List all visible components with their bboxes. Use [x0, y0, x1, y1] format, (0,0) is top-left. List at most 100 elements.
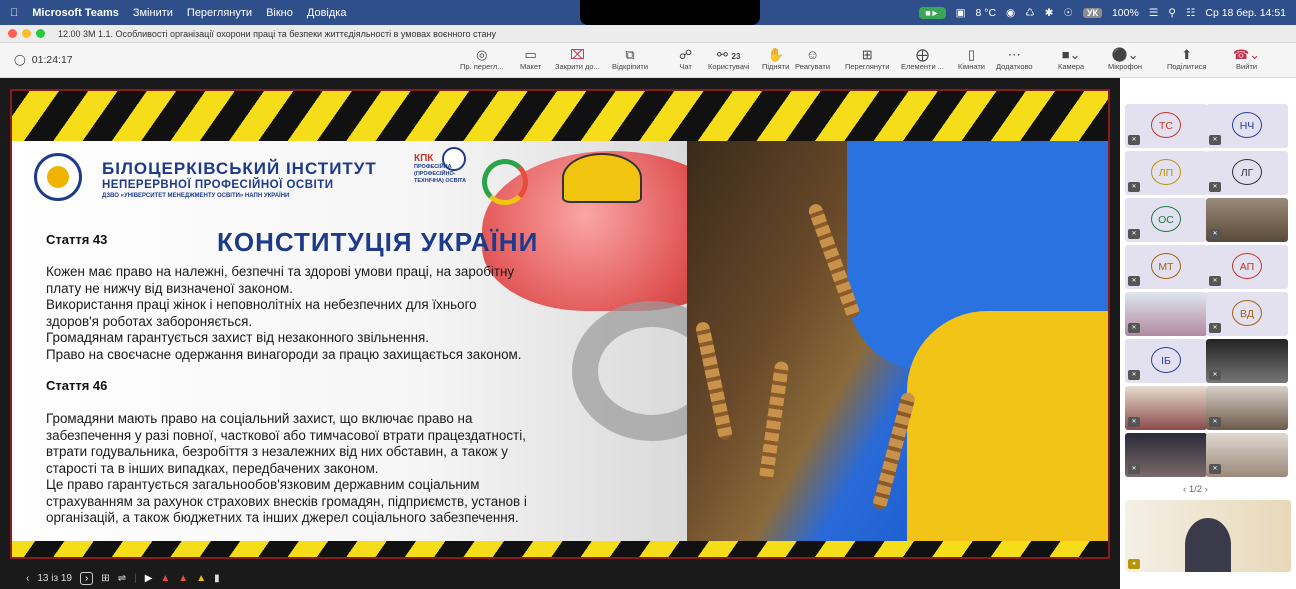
menu-edit[interactable]: Змінити — [133, 7, 173, 19]
participant-video-tile[interactable]: ✕ — [1206, 386, 1288, 430]
avatar: ЛГ — [1232, 159, 1262, 185]
zoom-window-button[interactable] — [36, 29, 45, 38]
participant-video-tile[interactable]: ✕ — [1125, 386, 1207, 430]
leave-button[interactable]: ☎⌄ Вийти — [1233, 47, 1260, 71]
participant-video-tile[interactable]: ✕ — [1206, 198, 1288, 242]
input-language[interactable]: УК — [1082, 7, 1102, 18]
apps-button[interactable]: ⨁ Елементи ... — [901, 47, 944, 71]
layout-button[interactable]: ▭ Макет — [520, 47, 541, 71]
stop-sharing-button[interactable]: ⌧ Закрити до... — [555, 47, 600, 71]
apple-icon[interactable]:  — [10, 7, 18, 19]
settings-icon[interactable]: ⇌ — [118, 573, 126, 584]
share-button[interactable]: ⬆ Поділитися — [1167, 47, 1206, 71]
clock[interactable]: Ср 18 бер. 14:51 — [1205, 7, 1286, 19]
screen-icon[interactable]: ▣ — [956, 7, 966, 19]
mic-muted-icon: ✕ — [1128, 464, 1140, 474]
mic-muted-icon: ✕ — [1128, 182, 1140, 192]
view-button[interactable]: ⊞ Переглянути — [845, 47, 889, 71]
mic-muted-icon: ✕ — [1209, 135, 1221, 145]
eraser-icon[interactable]: ▮ — [214, 573, 220, 584]
bluetooth-icon[interactable]: ✱ — [1045, 7, 1054, 19]
avatar: ОС — [1151, 206, 1181, 232]
self-view-tile[interactable]: ● — [1125, 500, 1291, 572]
minimize-window-button[interactable] — [22, 29, 31, 38]
people-count: 23 — [731, 52, 741, 61]
battery-status[interactable]: 100% — [1112, 7, 1139, 19]
vpn-icon[interactable]: ◉ — [1006, 7, 1015, 19]
close-share-icon: ⌧ — [569, 47, 585, 62]
mic-button[interactable]: ⚫⌄ Мікрофон — [1108, 47, 1142, 71]
record-icon[interactable]: ☉ — [1063, 7, 1072, 19]
camera-notch — [580, 0, 760, 25]
highlighter-icon[interactable]: ▲ — [196, 573, 206, 584]
participant-tile[interactable]: АП ✕ — [1206, 245, 1288, 289]
pen-red-icon[interactable]: ▲ — [160, 573, 170, 584]
window-title: 12.00 3М 1.1. Особливості організації ох… — [58, 28, 496, 39]
mic-muted-icon: ✕ — [1128, 229, 1140, 239]
participant-tile[interactable]: НЧ ✕ — [1206, 104, 1288, 148]
wifi-icon[interactable]: ☰ — [1149, 7, 1158, 19]
menu-view[interactable]: Переглянути — [187, 7, 252, 19]
wheat-ear — [694, 320, 734, 442]
mic-muted-icon: ✕ — [1128, 370, 1140, 380]
mic-muted-icon: ✕ — [1209, 276, 1221, 286]
participant-tile[interactable]: ІБ ✕ — [1125, 339, 1207, 383]
meeting-toolbar: ◯ 01:24:17 ◎ Пр. перегл... ▭ Макет ⌧ Закрит… — [0, 43, 1296, 78]
popout-button[interactable]: ⧉ Відкріпити — [612, 47, 648, 71]
people-icon: ⚯ 23 — [716, 47, 741, 62]
camera-status-icon[interactable]: ■► — [919, 6, 946, 19]
participant-tile[interactable]: ОС ✕ — [1125, 198, 1207, 242]
raise-hand-button[interactable]: ✋ Підняти — [762, 47, 789, 71]
sync-icon[interactable]: ♺ — [1025, 7, 1034, 19]
popout-icon: ⧉ — [625, 47, 635, 62]
kpk-logo-ring — [482, 159, 528, 205]
avatar: АП — [1232, 253, 1262, 279]
weather-status[interactable]: 8 °C — [976, 7, 997, 19]
pointer-icon[interactable]: ▶ — [145, 573, 153, 584]
mic-muted-icon: ✕ — [1128, 417, 1140, 427]
menu-window[interactable]: Вікно — [266, 7, 293, 19]
participant-tile[interactable]: ТС ✕ — [1125, 104, 1207, 148]
participant-video-tile[interactable]: ✕ — [1125, 433, 1207, 477]
gallery-pager[interactable]: ‹ 1/2 › — [1183, 484, 1208, 495]
close-window-button[interactable] — [8, 29, 17, 38]
timer-text: 01:24:17 — [31, 54, 73, 66]
participant-video-tile[interactable]: ✕ — [1206, 433, 1288, 477]
app-menu[interactable]: Microsoft Teams — [32, 7, 119, 19]
raise-hand-icon: ✋ — [767, 47, 784, 62]
institute-logo — [34, 153, 82, 201]
teams-window:  Microsoft Teams Змінити Переглянути Ві… — [0, 0, 1296, 589]
participant-tile[interactable]: ЛП ✕ — [1125, 151, 1207, 195]
rooms-button[interactable]: ▯ Кімнати — [958, 47, 985, 71]
participant-tile[interactable]: ЛГ ✕ — [1206, 151, 1288, 195]
control-center-icon[interactable]: ☷ — [1186, 7, 1195, 19]
people-button[interactable]: ⚯ 23 Користувачі — [708, 47, 749, 71]
wheat-ear — [758, 360, 790, 482]
wheat-flag-photo — [687, 141, 1108, 541]
avatar: ЛП — [1151, 159, 1181, 185]
avatar: МТ — [1151, 253, 1181, 279]
menu-help[interactable]: Довідка — [307, 7, 347, 19]
marker-icon[interactable]: ▲ — [178, 573, 188, 584]
next-slide-icon[interactable]: › — [79, 571, 94, 585]
participants-gallery: ТС ✕ НЧ ✕ ЛП ✕ ЛГ ✕ ОС ✕ ✕ МТ ✕ АП ✕ ✕ ВД ✕ ІБ ✕ … — [1120, 78, 1296, 589]
participant-video-tile[interactable]: ✕ — [1125, 292, 1207, 336]
mic-muted-icon: ✕ — [1209, 229, 1221, 239]
spotlight-icon[interactable]: ⚲ — [1168, 7, 1176, 19]
camera-button[interactable]: ■⌄ Камера — [1058, 47, 1084, 71]
avatar: ІБ — [1151, 347, 1181, 373]
grid-view-icon[interactable]: ⊞ — [101, 573, 109, 584]
eye-icon: ◎ — [476, 47, 488, 62]
more-button[interactable]: ⋯ Додатково — [996, 47, 1033, 71]
presentation-slide: БІЛОЦЕРКІВСЬКИЙ ІНСТИТУТ НЕПЕРЕРВНОЇ ПРО… — [10, 89, 1110, 559]
more-icon: ⋯ — [1007, 47, 1021, 62]
preview-button[interactable]: ◎ Пр. перегл... — [460, 47, 504, 71]
participant-video-tile[interactable]: ✕ — [1206, 339, 1288, 383]
prev-slide-icon[interactable]: ‹ — [26, 573, 29, 584]
share-icon: ⬆ — [1181, 47, 1193, 62]
participant-tile[interactable]: ВД ✕ — [1206, 292, 1288, 336]
react-button[interactable]: ☺ Реагувати — [795, 47, 830, 71]
participant-tile[interactable]: МТ ✕ — [1125, 245, 1207, 289]
chat-button[interactable]: ☍ Чат — [679, 47, 692, 71]
avatar: НЧ — [1232, 112, 1262, 138]
